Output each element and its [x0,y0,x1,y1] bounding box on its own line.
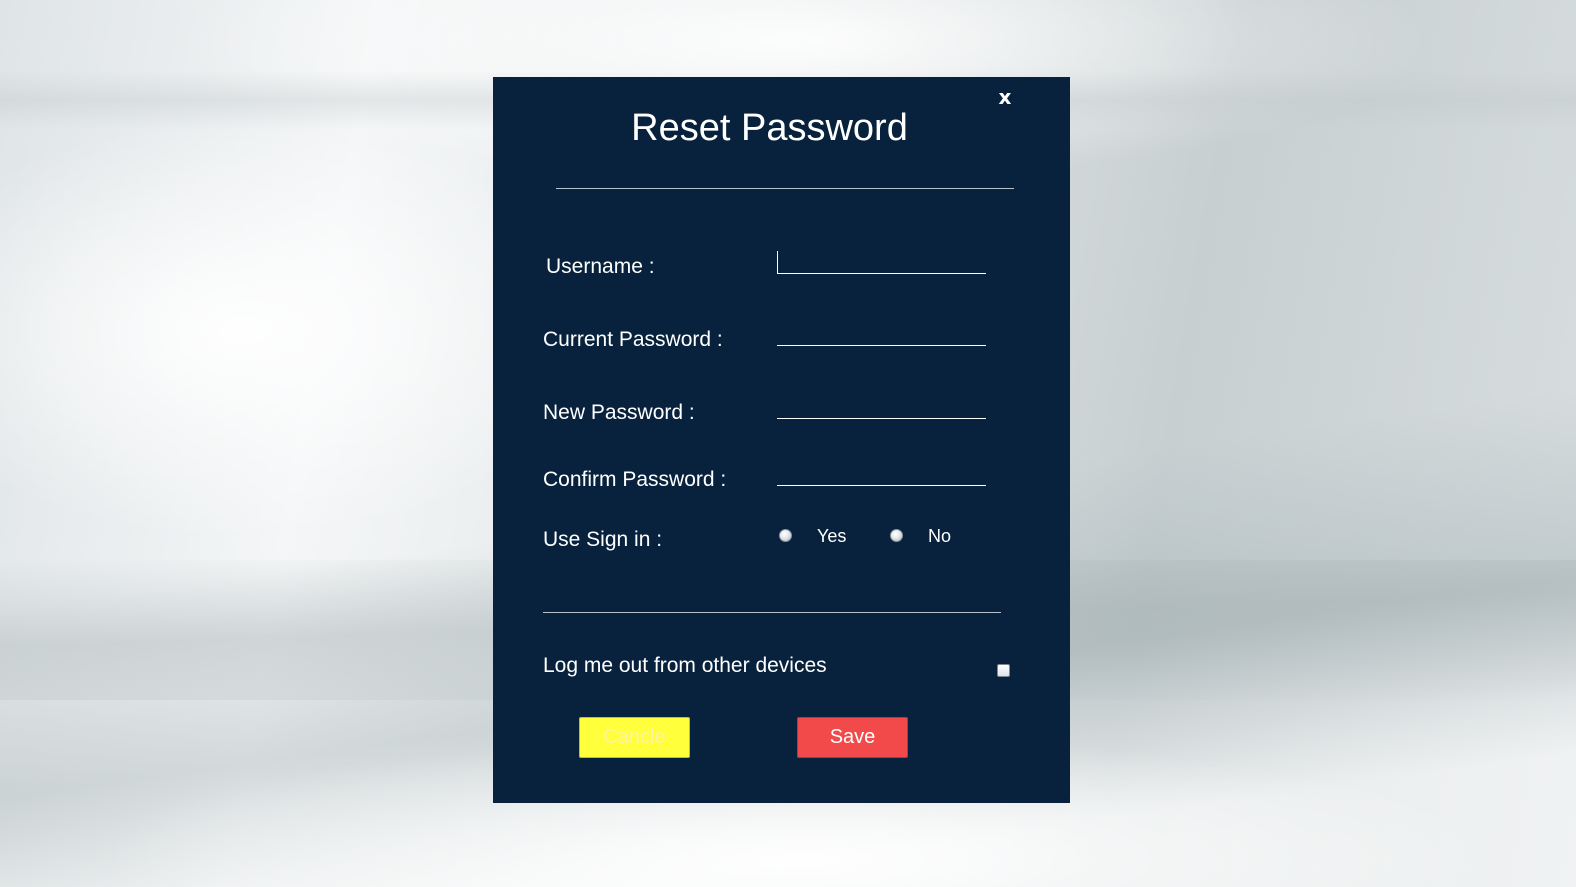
radio-yes-button[interactable] [779,529,792,542]
title-divider [556,188,1014,189]
radio-no-label: No [928,526,952,546]
confirm-password-label: Confirm Password : [543,468,727,491]
save-button[interactable]: Save [797,717,908,758]
confirm-password-input[interactable] [777,460,986,486]
text-caret [777,251,778,273]
reset-password-dialog: x Reset Password Username : Current Pass… [493,77,1070,803]
use-sign-in-label: Use Sign in : [543,528,663,551]
section-divider [543,612,1001,613]
current-password-label: Current Password : [543,328,723,351]
username-input[interactable] [777,248,986,274]
new-password-label: New Password : [543,401,695,424]
dialog-title: Reset Password [631,107,908,149]
current-password-input[interactable] [777,320,986,346]
cancel-button[interactable]: Cancle [579,717,690,758]
new-password-input[interactable] [777,393,986,419]
username-label: Username : [546,255,655,278]
logout-other-devices-label: Log me out from other devices [543,654,827,677]
radio-yes-label: Yes [817,526,847,546]
logout-other-devices-checkbox[interactable] [997,664,1010,677]
radio-no-button[interactable] [890,529,903,542]
